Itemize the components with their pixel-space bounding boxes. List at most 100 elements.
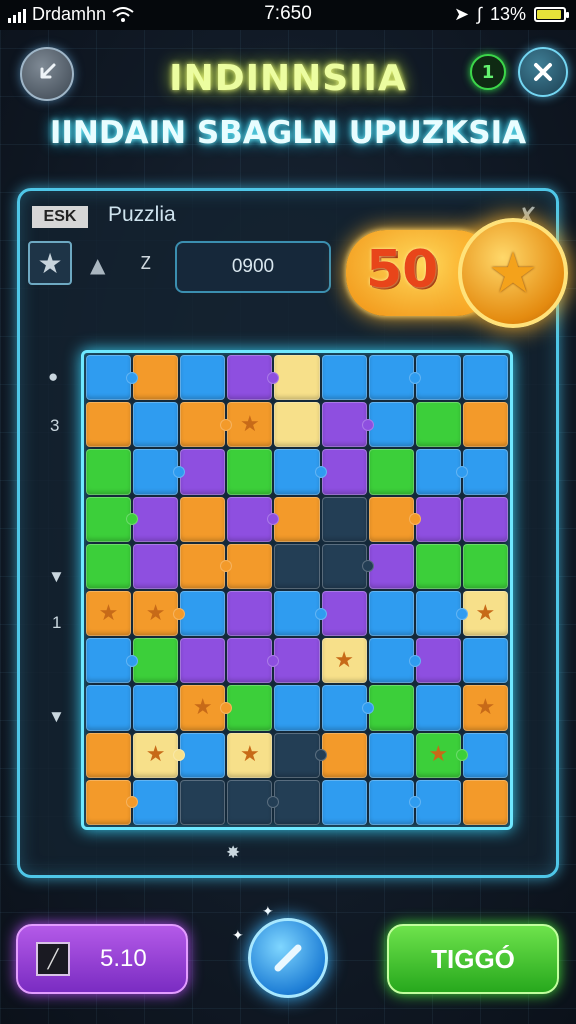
puzzle-piece[interactable]: [133, 496, 179, 542]
puzzle-piece[interactable]: [321, 449, 367, 495]
puzzle-piece[interactable]: [274, 449, 327, 495]
puzzle-piece[interactable]: [180, 591, 226, 637]
puzzle-piece[interactable]: [274, 638, 320, 684]
puzzle-piece[interactable]: [86, 402, 132, 448]
puzzle-piece[interactable]: [227, 779, 280, 825]
close-button[interactable]: [518, 47, 568, 97]
puzzle-piece[interactable]: [368, 685, 414, 731]
puzzle-piece[interactable]: [274, 496, 320, 542]
puzzle-piece[interactable]: [321, 543, 374, 589]
puzzle-piece[interactable]: [133, 685, 179, 731]
puzzle-piece[interactable]: [462, 402, 508, 448]
puzzle-piece[interactable]: [415, 779, 461, 825]
star-tool-button[interactable]: ★: [28, 241, 72, 285]
puzzle-piece[interactable]: [415, 732, 469, 778]
puzzle-piece[interactable]: [227, 543, 273, 589]
puzzle-piece[interactable]: [462, 355, 508, 401]
puzzle-piece[interactable]: [133, 591, 186, 637]
puzzle-piece[interactable]: [86, 591, 132, 637]
puzzle-piece[interactable]: [368, 402, 414, 448]
puzzle-piece[interactable]: [86, 638, 139, 684]
puzzle-piece[interactable]: [368, 496, 421, 542]
puzzle-piece[interactable]: [415, 449, 469, 495]
puzzle-piece[interactable]: [133, 638, 179, 684]
puzzle-piece[interactable]: [368, 543, 414, 589]
puzzle-piece[interactable]: [227, 355, 280, 401]
puzzle-piece[interactable]: [133, 543, 179, 589]
tool-button[interactable]: ╱ 5.10: [16, 924, 188, 994]
puzzle-piece[interactable]: [274, 732, 327, 778]
puzzle-piece[interactable]: [274, 543, 320, 589]
puzzle-piece[interactable]: [415, 591, 469, 637]
puzzle-piece[interactable]: [415, 638, 461, 684]
puzzle-piece[interactable]: [133, 449, 186, 495]
puzzle-piece[interactable]: [180, 732, 226, 778]
collapse-icon-2[interactable]: ▼: [48, 707, 65, 727]
puzzle-piece[interactable]: [227, 402, 273, 448]
puzzle-piece[interactable]: [321, 638, 367, 684]
puzzle-piece[interactable]: [227, 591, 273, 637]
puzzle-piece[interactable]: [462, 732, 508, 778]
puzzle-piece[interactable]: [462, 685, 508, 731]
puzzle-piece[interactable]: [227, 685, 273, 731]
puzzle-piece[interactable]: [86, 496, 139, 542]
puzzle-piece[interactable]: [321, 591, 367, 637]
magic-wand-button[interactable]: [248, 918, 328, 998]
puzzle-piece[interactable]: [274, 402, 320, 448]
go-button[interactable]: TIGGÓ: [387, 924, 559, 994]
puzzle-piece[interactable]: [462, 779, 508, 825]
puzzle-piece[interactable]: [86, 355, 139, 401]
puzzle-piece[interactable]: [321, 355, 367, 401]
puzzle-piece[interactable]: [86, 449, 132, 495]
puzzle-piece[interactable]: [368, 355, 421, 401]
puzzle-piece[interactable]: [274, 591, 327, 637]
puzzle-piece[interactable]: [86, 543, 132, 589]
puzzle-piece[interactable]: [180, 496, 226, 542]
puzzle-piece[interactable]: [415, 355, 461, 401]
puzzle-piece[interactable]: [415, 496, 461, 542]
puzzle-piece[interactable]: [321, 496, 367, 542]
puzzle-piece[interactable]: [368, 732, 414, 778]
puzzle-piece[interactable]: [462, 591, 508, 637]
puzzle-piece[interactable]: [227, 449, 273, 495]
puzzle-piece[interactable]: [133, 402, 179, 448]
puzzle-piece[interactable]: [368, 779, 421, 825]
collapse-icon[interactable]: ▼: [48, 567, 65, 587]
puzzle-piece[interactable]: [86, 779, 139, 825]
puzzle-piece[interactable]: [321, 685, 374, 731]
puzzle-piece[interactable]: [180, 355, 226, 401]
puzzle-piece[interactable]: [462, 496, 508, 542]
puzzle-piece[interactable]: [368, 449, 414, 495]
puzzle-piece[interactable]: [180, 779, 226, 825]
puzzle-piece[interactable]: [274, 355, 320, 401]
rotate-tool[interactable]: Z: [140, 253, 151, 274]
puzzle-piece[interactable]: [86, 685, 132, 731]
puzzle-piece[interactable]: [321, 779, 367, 825]
puzzle-piece[interactable]: [86, 732, 132, 778]
hint-button[interactable]: 1: [470, 54, 506, 90]
puzzle-piece[interactable]: [415, 685, 461, 731]
puzzle-piece[interactable]: [462, 449, 508, 495]
puzzle-piece[interactable]: [180, 543, 233, 589]
puzzle-piece[interactable]: [462, 543, 508, 589]
puzzle-piece[interactable]: [274, 779, 320, 825]
puzzle-piece[interactable]: [227, 638, 280, 684]
puzzle-piece[interactable]: [462, 638, 508, 684]
puzzle-piece[interactable]: [321, 402, 374, 448]
puzzle-piece[interactable]: [133, 732, 186, 778]
puzzle-piece[interactable]: [227, 732, 273, 778]
puzzle-board[interactable]: [81, 350, 513, 830]
puzzle-piece[interactable]: [368, 591, 414, 637]
puzzle-piece[interactable]: [368, 638, 421, 684]
puzzle-piece[interactable]: [133, 779, 179, 825]
puzzle-piece[interactable]: [227, 496, 280, 542]
puzzle-piece[interactable]: [133, 355, 179, 401]
piece-tool-icon[interactable]: ▲: [90, 253, 112, 277]
puzzle-piece[interactable]: [180, 638, 226, 684]
puzzle-piece[interactable]: [180, 402, 233, 448]
puzzle-piece[interactable]: [321, 732, 367, 778]
puzzle-piece[interactable]: [415, 402, 461, 448]
puzzle-piece[interactable]: [274, 685, 320, 731]
puzzle-piece[interactable]: [180, 449, 226, 495]
puzzle-piece[interactable]: [180, 685, 233, 731]
